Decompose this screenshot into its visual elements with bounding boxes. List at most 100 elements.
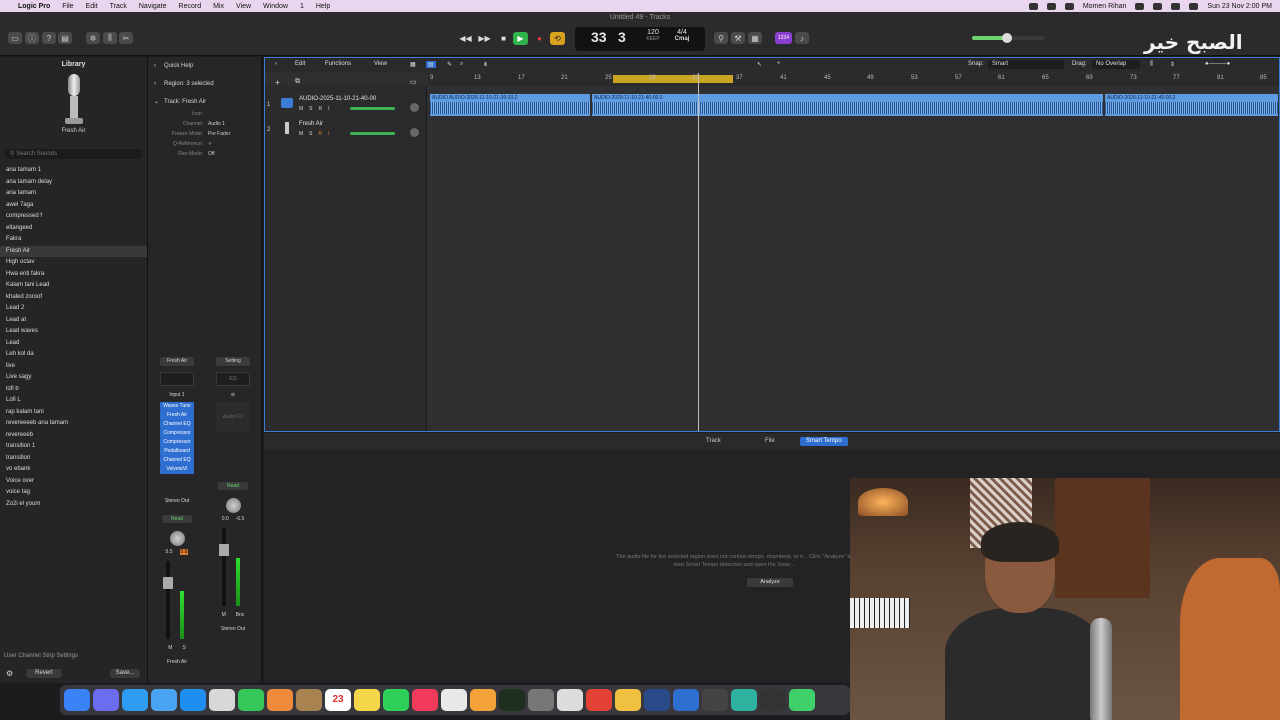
fader-cap[interactable] (219, 544, 229, 556)
timeline-ruler[interactable]: 9 13 17 21 25 29 33 37 41 45 49 53 57 61… (428, 73, 1279, 86)
library-item[interactable]: Lead waves (0, 326, 147, 338)
field-channel[interactable]: Channel: Audio 1 (148, 121, 261, 131)
playhead[interactable] (698, 73, 699, 431)
pages-icon[interactable] (470, 689, 496, 711)
library-item[interactable]: Live sagy (0, 372, 147, 384)
menu-app-name[interactable]: Logic Pro (18, 3, 50, 10)
master-volume-slider[interactable] (972, 33, 1044, 43)
control-center-icon[interactable] (1189, 2, 1199, 10)
folder-icon[interactable] (615, 689, 641, 711)
stop-button[interactable]: ■ (496, 32, 511, 45)
fader-cap[interactable] (163, 576, 173, 589)
grid-view-icon[interactable]: ▦ (410, 61, 416, 68)
library-search-input[interactable]: ⚲ Search Sounds (5, 149, 142, 159)
audio-plugin-icon[interactable] (644, 689, 670, 711)
lcd-display[interactable]: 33 3 120 KEEP 4/4 Cmaj (575, 27, 705, 51)
library-item[interactable]: ana tamam (0, 188, 147, 200)
inspector-toggle-icon[interactable]: ⓘ (25, 32, 39, 44)
plugin-slot[interactable]: Channel EQ (160, 420, 194, 429)
metronome-icon[interactable]: ⚲ (714, 32, 728, 44)
record-enable-button[interactable]: R (319, 131, 323, 137)
field-freeze-mode[interactable]: Freeze Mode: Pre Fader (148, 131, 261, 141)
chat-app-icon[interactable] (789, 689, 815, 711)
system-settings-icon[interactable] (209, 689, 235, 711)
menu-track[interactable]: Track (110, 3, 127, 10)
master-volume-knob[interactable] (1002, 33, 1012, 43)
library-item[interactable]: Lead at (0, 315, 147, 327)
gear-icon[interactable]: ⚙ (6, 669, 13, 678)
field-q-reference[interactable]: Q-Reference: ✓ (148, 141, 261, 151)
link-icon[interactable]: ⊖ (212, 392, 254, 398)
music-icon[interactable] (412, 689, 438, 711)
plugin-slot[interactable]: Channel EQ (160, 456, 194, 465)
photos-icon[interactable] (267, 689, 293, 711)
strip-input[interactable]: Input 1 (156, 392, 198, 398)
drag-select[interactable]: No Overlap (1092, 60, 1140, 69)
library-item-selected[interactable]: Fresh Air (0, 245, 147, 257)
automation-mode[interactable]: Read (162, 514, 192, 523)
library-item[interactable]: vo ebank (0, 464, 147, 476)
library-item[interactable]: awel 7aga (0, 200, 147, 212)
track-name[interactable]: Fresh Air (299, 121, 323, 127)
metronome-click-icon[interactable]: ♪ (795, 32, 809, 44)
whatsapp-icon[interactable] (383, 689, 409, 711)
notepad-icon[interactable]: ▦ (748, 32, 762, 44)
library-item[interactable]: revereeeeb ana tamam (0, 418, 147, 430)
pan-knob[interactable] (169, 530, 185, 546)
strip-output[interactable]: Stereo Out (156, 498, 198, 504)
mail-icon[interactable] (151, 689, 177, 711)
plugin-slot[interactable]: Compressor (160, 438, 194, 447)
tab-track[interactable]: Track (700, 437, 727, 446)
cycle-button[interactable]: ⟲ (550, 32, 565, 45)
control-icon[interactable] (1064, 2, 1074, 10)
pencil-icon[interactable]: ✎ (447, 61, 452, 68)
cycle-region[interactable] (613, 75, 733, 83)
library-item[interactable]: transition 1 (0, 441, 147, 453)
menu-view[interactable]: View (236, 3, 251, 10)
record-button[interactable]: ● (532, 32, 547, 45)
eq-slot[interactable]: EQ (216, 372, 250, 386)
library-item[interactable]: lofi b (0, 384, 147, 396)
secondary-tool-icon[interactable]: + (777, 61, 781, 67)
utility-icon[interactable] (528, 689, 554, 711)
flex-icon[interactable]: ⋔ (483, 61, 488, 68)
pan-knob[interactable] (225, 498, 241, 513)
contacts-icon[interactable] (296, 689, 322, 711)
plugin-slot[interactable]: Pedalboard (160, 447, 194, 456)
menu-navigate[interactable]: Navigate (139, 3, 167, 10)
battery-icon[interactable] (1135, 2, 1145, 10)
library-item[interactable]: revereeeb (0, 430, 147, 442)
solo-button[interactable]: S (309, 131, 312, 137)
back-icon[interactable]: ‹ (275, 61, 277, 67)
eq-thumbnail[interactable] (160, 372, 194, 386)
audio-region[interactable]: AUDIO-2025-11-10-21-40-00.2 (1105, 94, 1278, 116)
video-icon[interactable] (1046, 2, 1056, 10)
toolbar-toggle-icon[interactable]: ▤ (58, 32, 72, 44)
mute-button[interactable]: M (299, 131, 303, 137)
library-item[interactable]: compressed f (0, 211, 147, 223)
audio-region[interactable]: AUDIO-2025-11-10-21-40-00.2 (592, 94, 1103, 116)
input-monitor-button[interactable]: I (328, 106, 329, 112)
track-volume-slider[interactable] (350, 132, 395, 135)
zoom-icon[interactable]: ⌕ (460, 61, 463, 68)
functions-menu[interactable]: Functions (325, 61, 351, 67)
horizontal-zoom-slider[interactable]: ●———● (1205, 61, 1230, 67)
screen-record-icon[interactable] (1028, 2, 1038, 10)
chrome-icon[interactable] (586, 689, 612, 711)
input-monitor-button[interactable]: I (328, 131, 329, 137)
menu-file[interactable]: File (62, 3, 73, 10)
menu-user-name[interactable]: Momen Rihan (1083, 3, 1127, 10)
menu-help[interactable]: Help (316, 3, 330, 10)
menu-1[interactable]: 1 (300, 3, 304, 10)
library-item[interactable]: Fakra (0, 234, 147, 246)
solo-button[interactable]: S (182, 645, 185, 651)
wifi-icon[interactable] (1153, 2, 1163, 10)
menu-record[interactable]: Record (179, 3, 202, 10)
strip-setting-button[interactable]: Fresh Air (160, 357, 194, 366)
track-volume-slider[interactable] (350, 107, 395, 110)
menu-edit[interactable]: Edit (86, 3, 98, 10)
volume-fader[interactable] (216, 528, 250, 606)
editors-icon[interactable]: ✂ (119, 32, 133, 44)
field-icon[interactable]: Icon: (148, 111, 261, 121)
mute-button[interactable]: M (168, 645, 172, 651)
